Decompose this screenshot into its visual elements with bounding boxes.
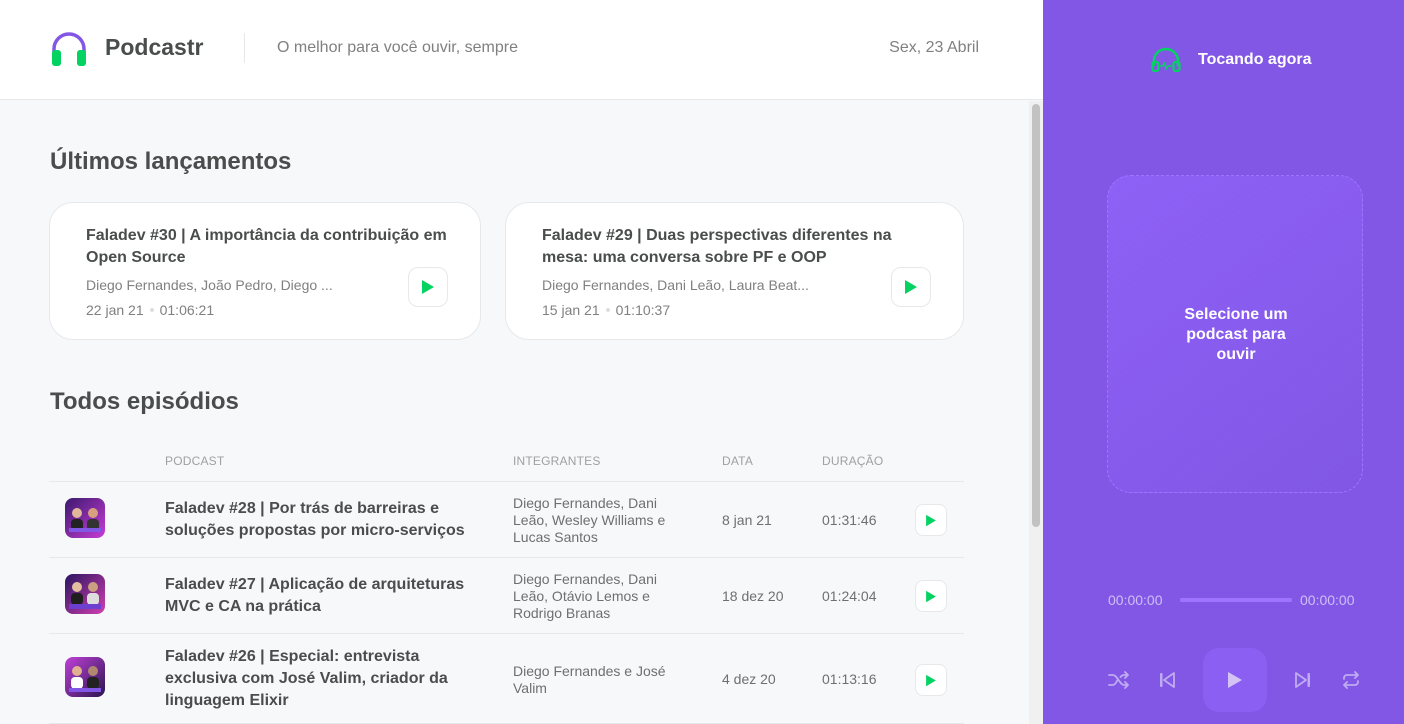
episode-members: Diego Fernandes, Dani Leão, Laura Beat..… (542, 277, 809, 293)
table-row[interactable]: Faladev #28 | Por trás de barreiras e so… (49, 482, 964, 558)
shuffle-button[interactable] (1107, 668, 1131, 692)
now-playing-label: Tocando agora (1198, 51, 1312, 68)
table-row[interactable]: Faladev #27 | Aplicação de arquiteturas … (49, 558, 964, 634)
column-header-members: Integrantes (513, 454, 601, 468)
episode-date: 15 jan 21 (542, 302, 600, 318)
episode-duration: 01:13:16 (822, 671, 877, 687)
scrollbar-thumb[interactable] (1032, 104, 1040, 527)
episode-title[interactable]: Faladev #29 | Duas perspectivas diferent… (542, 225, 922, 269)
play-icon (422, 280, 434, 294)
empty-player-placeholder: Selecione um podcast para ouvir (1107, 175, 1363, 493)
total-time: 00:00:00 (1300, 592, 1355, 608)
table-row[interactable]: Faladev #26 | Especial: entrevista exclu… (49, 634, 964, 724)
header: Podcastr O melhor para você ouvir, sempr… (0, 0, 1043, 100)
header-divider (244, 33, 245, 63)
episode-date: 4 dez 20 (722, 671, 776, 687)
scrollbar[interactable] (1029, 101, 1043, 724)
play-icon (905, 280, 917, 294)
play-pause-button[interactable] (1203, 648, 1267, 712)
headphones-icon (1151, 47, 1181, 73)
player-panel: Tocando agora Selecione um podcast para … (1043, 0, 1404, 724)
main-content: Podcastr O melhor para você ouvir, sempr… (0, 0, 1043, 724)
repeat-button[interactable] (1339, 668, 1363, 692)
play-icon (926, 590, 936, 602)
episode-date: 22 jan 21 (86, 302, 144, 318)
previous-button[interactable] (1155, 668, 1179, 692)
episode-meta: 15 jan 21 01:10:37 (542, 302, 670, 318)
play-button[interactable] (915, 664, 947, 696)
play-icon (1228, 672, 1242, 688)
scroll-area[interactable]: Últimos lançamentos Faladev #30 | A impo… (0, 101, 1029, 724)
episode-duration: 01:31:46 (822, 512, 877, 528)
empty-player-text: Selecione um podcast para ouvir (1184, 306, 1288, 363)
episode-thumbnail (65, 498, 105, 538)
episode-date: 18 dez 20 (722, 588, 784, 604)
play-icon (926, 514, 936, 526)
episode-meta: 22 jan 21 01:06:21 (86, 302, 214, 318)
episode-thumbnail (65, 657, 105, 697)
separator-dot (605, 307, 610, 312)
play-icon (926, 674, 936, 686)
latest-section-title: Últimos lançamentos (50, 148, 292, 175)
play-button[interactable] (915, 580, 947, 612)
episode-duration: 01:06:21 (159, 302, 215, 318)
latest-episode-card[interactable]: Faladev #29 | Duas perspectivas diferent… (505, 202, 964, 340)
episode-title[interactable]: Faladev #27 | Aplicação de arquiteturas … (165, 574, 485, 618)
episode-members: Diego Fernandes, João Pedro, Diego ... (86, 277, 333, 293)
skip-previous-icon (1160, 672, 1175, 688)
skip-next-icon (1295, 672, 1310, 688)
episode-thumbnail (65, 574, 105, 614)
latest-episode-card[interactable]: Faladev #30 | A importância da contribui… (49, 202, 481, 340)
separator-dot (149, 307, 154, 312)
episode-title[interactable]: Faladev #26 | Especial: entrevista exclu… (165, 646, 485, 712)
episode-members: Diego Fernandes, Dani Leão, Wesley Willi… (513, 495, 666, 545)
play-button[interactable] (408, 267, 448, 307)
headphones-logo-icon (52, 32, 86, 66)
episode-members: Diego Fernandes e José Valim (513, 663, 666, 696)
episode-title[interactable]: Faladev #28 | Por trás de barreiras e so… (165, 498, 485, 542)
column-header-date: Data (722, 454, 754, 468)
play-button[interactable] (891, 267, 931, 307)
episode-members: Diego Fernandes, Dani Leão, Otávio Lemos… (513, 571, 657, 621)
repeat-icon (1343, 671, 1359, 689)
app-name: Podcastr (105, 34, 204, 60)
play-button[interactable] (915, 504, 947, 536)
column-header-podcast: Podcast (165, 454, 225, 468)
shuffle-icon (1108, 671, 1129, 689)
progress-slider[interactable] (1180, 598, 1292, 602)
column-header-duration: Duração (822, 454, 884, 468)
tagline: O melhor para você ouvir, sempre (277, 39, 518, 56)
current-date: Sex, 23 Abril (889, 39, 979, 56)
next-button[interactable] (1291, 668, 1315, 692)
all-section-title: Todos episódios (50, 388, 239, 415)
episode-title[interactable]: Faladev #30 | A importância da contribui… (86, 225, 456, 269)
episode-duration: 01:24:04 (822, 588, 877, 604)
episode-duration: 01:10:37 (615, 302, 671, 318)
episode-date: 8 jan 21 (722, 512, 772, 528)
current-time: 00:00:00 (1108, 592, 1163, 608)
